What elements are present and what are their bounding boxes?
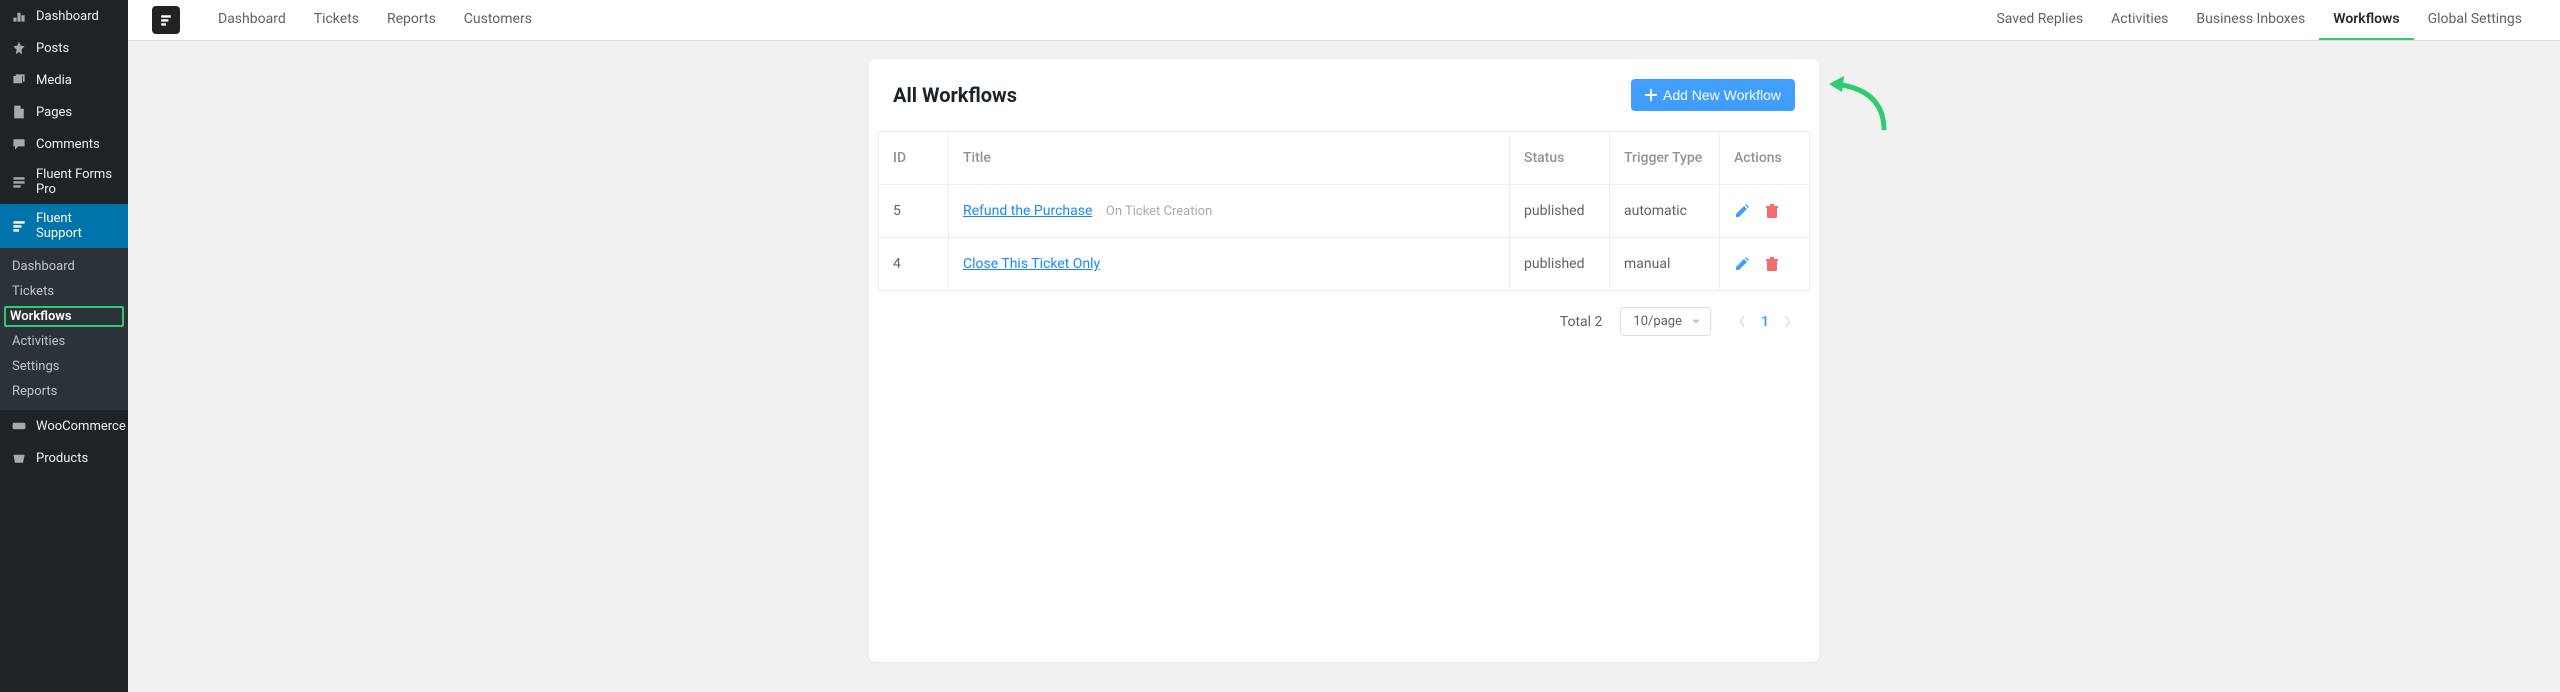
cell-id: 5 xyxy=(879,185,949,238)
nav-workflows[interactable]: Workflows xyxy=(2319,0,2413,40)
sidebar-item-woocommerce[interactable]: WooCommerce xyxy=(0,410,128,442)
nav-reports[interactable]: Reports xyxy=(373,0,450,40)
cell-title: Refund the Purchase On Ticket Creation xyxy=(949,185,1510,238)
cell-status: published xyxy=(1510,185,1610,238)
sidebar-submenu: Dashboard Tickets Workflows Activities S… xyxy=(0,248,128,410)
cell-status: published xyxy=(1510,238,1610,291)
forms-icon xyxy=(10,173,28,191)
submenu-dashboard[interactable]: Dashboard xyxy=(0,254,128,279)
table-row: 4 Close This Ticket Only published manua… xyxy=(879,238,1810,291)
page-icon xyxy=(10,103,28,121)
col-id: ID xyxy=(879,132,949,185)
wp-admin-sidebar: Dashboard Posts Media Pages Comments Flu… xyxy=(0,0,128,692)
submenu-tickets[interactable]: Tickets xyxy=(0,279,128,304)
nav-right: Saved Replies Activities Business Inboxe… xyxy=(1982,0,2536,40)
submenu-settings[interactable]: Settings xyxy=(0,354,128,379)
pagination: 〈 1 〉 xyxy=(1729,309,1801,334)
nav-dashboard[interactable]: Dashboard xyxy=(204,0,300,40)
col-trigger: Trigger Type xyxy=(1610,132,1720,185)
nav-activities[interactable]: Activities xyxy=(2097,0,2182,40)
nav-saved-replies[interactable]: Saved Replies xyxy=(1982,0,2097,40)
edit-icon[interactable] xyxy=(1734,203,1750,219)
workspace: All Workflows Add New Workflow ID Title … xyxy=(128,41,2560,692)
pager-next-icon[interactable]: 〉 xyxy=(1781,309,1801,334)
app-logo xyxy=(152,6,180,34)
workflow-link[interactable]: Close This Ticket Only xyxy=(963,256,1100,272)
pager-prev-icon[interactable]: 〈 xyxy=(1729,309,1749,334)
sidebar-item-products[interactable]: Products xyxy=(0,442,128,474)
page-title: All Workflows xyxy=(893,83,1017,107)
workflows-table: ID Title Status Trigger Type Actions 5 R… xyxy=(878,131,1810,291)
table-footer: Total 2 10/page 〈 1 〉 xyxy=(869,291,1819,352)
sidebar-item-fluent-support[interactable]: Fluent Support xyxy=(0,204,128,248)
cell-actions xyxy=(1720,238,1810,291)
sidebar-item-posts[interactable]: Posts xyxy=(0,32,128,64)
dashboard-icon xyxy=(10,7,28,25)
main-area: Dashboard Tickets Reports Customers Save… xyxy=(128,0,2560,692)
total-label: Total 2 xyxy=(1560,314,1603,330)
submenu-reports[interactable]: Reports xyxy=(0,379,128,404)
delete-icon[interactable] xyxy=(1764,256,1780,272)
col-actions: Actions xyxy=(1720,132,1810,185)
cell-actions xyxy=(1720,185,1810,238)
nav-left: Dashboard Tickets Reports Customers xyxy=(204,0,546,40)
pin-icon xyxy=(10,39,28,57)
sidebar-item-fluent-forms[interactable]: Fluent Forms Pro xyxy=(0,160,128,204)
sidebar-item-comments[interactable]: Comments xyxy=(0,128,128,160)
woo-icon xyxy=(10,417,28,435)
workflow-link[interactable]: Refund the Purchase xyxy=(963,203,1092,219)
nav-business-inboxes[interactable]: Business Inboxes xyxy=(2182,0,2319,40)
add-workflow-button[interactable]: Add New Workflow xyxy=(1631,79,1795,111)
nav-global-settings[interactable]: Global Settings xyxy=(2414,0,2536,40)
media-icon xyxy=(10,71,28,89)
app-topbar: Dashboard Tickets Reports Customers Save… xyxy=(128,0,2560,41)
per-page-select[interactable]: 10/page xyxy=(1620,307,1711,336)
sidebar-item-media[interactable]: Media xyxy=(0,64,128,96)
support-icon xyxy=(10,217,28,235)
cell-id: 4 xyxy=(879,238,949,291)
nav-tickets[interactable]: Tickets xyxy=(300,0,373,40)
cell-title: Close This Ticket Only xyxy=(949,238,1510,291)
submenu-activities[interactable]: Activities xyxy=(0,329,128,354)
comment-icon xyxy=(10,135,28,153)
submenu-workflows[interactable]: Workflows xyxy=(4,306,124,327)
cell-trigger: manual xyxy=(1610,238,1720,291)
col-title: Title xyxy=(949,132,1510,185)
table-row: 5 Refund the Purchase On Ticket Creation… xyxy=(879,185,1810,238)
plus-icon xyxy=(1645,89,1657,101)
delete-icon[interactable] xyxy=(1764,203,1780,219)
workflow-subtext: On Ticket Creation xyxy=(1106,204,1212,219)
sidebar-item-pages[interactable]: Pages xyxy=(0,96,128,128)
cell-trigger: automatic xyxy=(1610,185,1720,238)
edit-icon[interactable] xyxy=(1734,256,1750,272)
col-status: Status xyxy=(1510,132,1610,185)
nav-customers[interactable]: Customers xyxy=(450,0,546,40)
sidebar-item-dashboard[interactable]: Dashboard xyxy=(0,0,128,32)
workflows-card: All Workflows Add New Workflow ID Title … xyxy=(869,59,1819,662)
pager-page-1[interactable]: 1 xyxy=(1757,310,1773,334)
product-icon xyxy=(10,449,28,467)
